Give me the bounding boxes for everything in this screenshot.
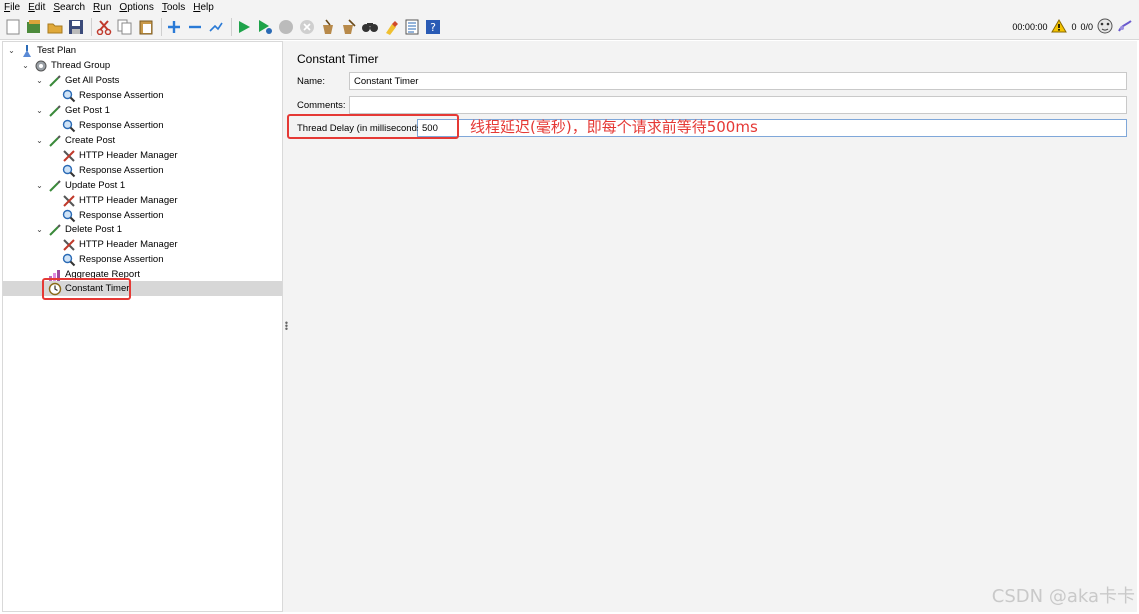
tree-node-thread-group[interactable]: ⌄ Thread Group: [21, 58, 110, 73]
elapsed-time: 00:00:00: [1012, 22, 1048, 32]
sampler-pipette-icon: [48, 179, 62, 193]
comments-field[interactable]: [349, 96, 1127, 114]
constant-timer-panel: Constant Timer Name: Constant Timer Comm…: [287, 41, 1137, 612]
tree-node-test-plan[interactable]: ⌄ Test Plan: [7, 43, 76, 58]
menu-help[interactable]: Help: [193, 2, 214, 13]
menu-options[interactable]: Options: [119, 2, 153, 13]
tree-node-delete-post-1[interactable]: ⌄ Delete Post 1: [35, 222, 122, 237]
copy-icon[interactable]: [116, 18, 134, 36]
start-icon[interactable]: [235, 18, 253, 36]
expand-icon[interactable]: [165, 18, 183, 36]
cut-icon[interactable]: [95, 18, 113, 36]
annotation-text: 线程延迟(毫秒)，即每个请求前等待500ms: [470, 118, 758, 136]
toolbar: ? 00:00:00 0 0/0: [0, 14, 1139, 40]
tree-node-http-header-manager[interactable]: HTTP Header Manager: [62, 148, 178, 163]
menu-file[interactable]: File: [4, 2, 20, 13]
magnifier-icon: [62, 164, 76, 178]
menu-tools[interactable]: Tools: [162, 2, 185, 13]
magnifier-icon: [62, 119, 76, 133]
tree-node-http-header-manager[interactable]: HTTP Header Manager: [62, 237, 178, 252]
clear-icon[interactable]: [319, 18, 337, 36]
chevron-down-icon[interactable]: ⌄: [35, 106, 44, 115]
log-viewer-icon[interactable]: [1117, 18, 1133, 36]
paste-icon[interactable]: [137, 18, 155, 36]
active-threads: 0/0: [1080, 22, 1093, 32]
tree-node-response-assertion[interactable]: Response Assertion: [62, 88, 164, 103]
name-label: Name:: [297, 76, 325, 87]
clear-all-icon[interactable]: [340, 18, 358, 36]
magnifier-icon: [62, 89, 76, 103]
warning-count: 0: [1071, 22, 1077, 32]
tree-node-http-header-manager[interactable]: HTTP Header Manager: [62, 193, 178, 208]
warning-icon[interactable]: [1051, 19, 1068, 35]
comments-label: Comments:: [297, 100, 346, 111]
selected-node-highlight: [42, 278, 131, 300]
chevron-down-icon[interactable]: ⌄: [35, 136, 44, 145]
tree-node-response-assertion[interactable]: Response Assertion: [62, 252, 164, 267]
menu-edit[interactable]: Edit: [28, 2, 45, 13]
save-icon[interactable]: [67, 18, 85, 36]
delay-highlight-box: [287, 114, 459, 139]
reset-search-icon[interactable]: [382, 18, 400, 36]
help-icon[interactable]: ?: [424, 18, 442, 36]
chevron-down-icon[interactable]: ⌄: [35, 76, 44, 85]
tree-node-response-assertion[interactable]: Response Assertion: [62, 163, 164, 178]
magnifier-icon: [62, 209, 76, 223]
splitter-grip: • • •: [284, 318, 289, 334]
search-icon[interactable]: [361, 18, 379, 36]
svg-text:?: ?: [430, 21, 436, 34]
chevron-down-icon[interactable]: ⌄: [7, 46, 16, 55]
toolbar-separator: [161, 17, 162, 36]
test-plan-icon: [20, 44, 34, 58]
tools-icon: [62, 238, 76, 252]
function-helper-icon[interactable]: [403, 18, 421, 36]
sampler-pipette-icon: [48, 134, 62, 148]
new-icon[interactable]: [4, 18, 22, 36]
menu-run[interactable]: Run: [93, 2, 111, 13]
chevron-down-icon[interactable]: ⌄: [35, 181, 44, 190]
remote-status-icon: [1097, 18, 1113, 36]
tools-icon: [62, 149, 76, 163]
tree-node-response-assertion[interactable]: Response Assertion: [62, 118, 164, 133]
menu-bar: File Edit Search Run Options Tools Help: [0, 0, 1139, 14]
page-title: Constant Timer: [297, 52, 379, 66]
tree-node-get-post-1[interactable]: ⌄ Get Post 1: [35, 103, 110, 118]
magnifier-icon: [62, 253, 76, 267]
watermark: CSDN @aka卡卡: [991, 586, 1135, 607]
toggle-icon[interactable]: [207, 18, 225, 36]
start-no-pauses-icon[interactable]: [256, 18, 274, 36]
sampler-pipette-icon: [48, 104, 62, 118]
menu-search[interactable]: Search: [53, 2, 85, 13]
collapse-icon[interactable]: [186, 18, 204, 36]
tree-node-get-all-posts[interactable]: ⌄ Get All Posts: [35, 73, 119, 88]
shutdown-icon[interactable]: [298, 18, 316, 36]
tree-node-response-assertion[interactable]: Response Assertion: [62, 208, 164, 223]
toolbar-separator: [91, 17, 92, 36]
tree-node-update-post-1[interactable]: ⌄ Update Post 1: [35, 178, 125, 193]
test-plan-tree[interactable]: ⌄ Test Plan ⌄ Thread Group ⌄ Get All Pos…: [2, 41, 283, 612]
open-icon[interactable]: [46, 18, 64, 36]
status-area: 00:00:00 0 0/0: [1008, 18, 1133, 36]
chevron-down-icon[interactable]: ⌄: [21, 61, 30, 70]
chevron-down-icon[interactable]: ⌄: [35, 225, 44, 234]
tree-node-create-post[interactable]: ⌄ Create Post: [35, 133, 115, 148]
templates-icon[interactable]: [25, 18, 43, 36]
stop-icon[interactable]: [277, 18, 295, 36]
sampler-pipette-icon: [48, 223, 62, 237]
name-field[interactable]: Constant Timer: [349, 72, 1127, 90]
toolbar-separator: [231, 17, 232, 36]
sampler-pipette-icon: [48, 74, 62, 88]
tools-icon: [62, 194, 76, 208]
gear-icon: [34, 59, 48, 73]
